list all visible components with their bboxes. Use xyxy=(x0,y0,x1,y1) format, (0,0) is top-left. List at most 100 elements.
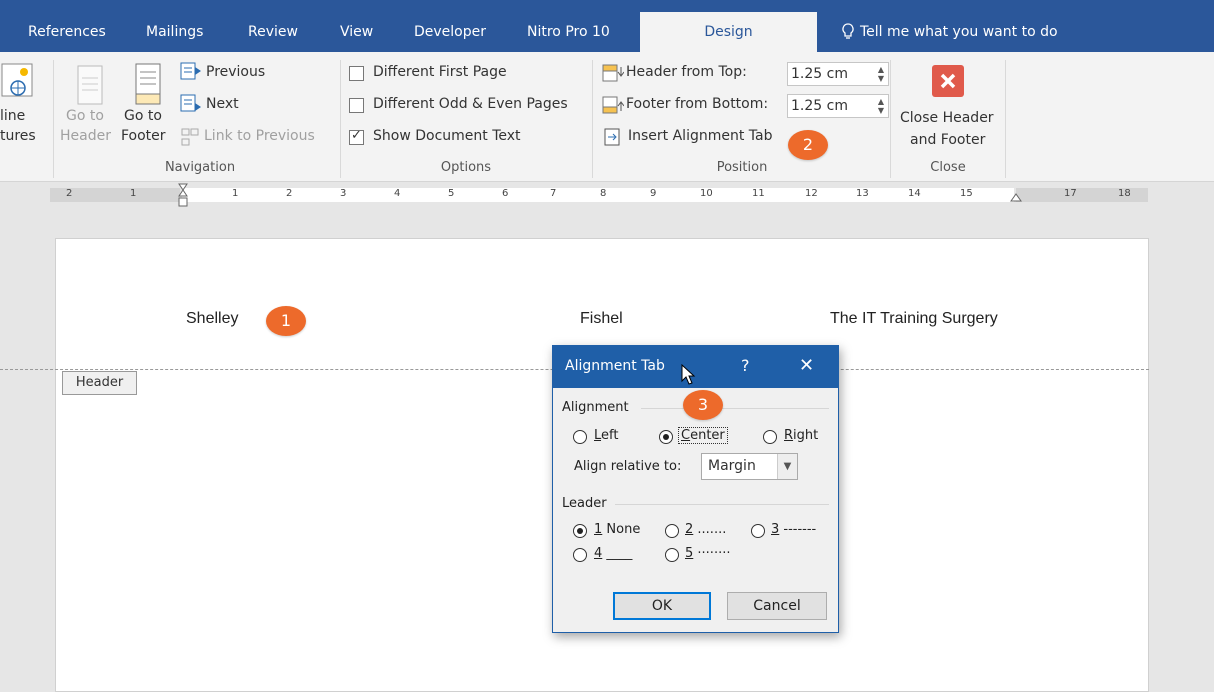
horizontal-ruler[interactable]: 2 1 1 2 3 4 5 6 7 8 9 10 11 12 13 14 15 … xyxy=(0,183,1214,208)
lightbulb-icon xyxy=(842,23,854,39)
tab-references[interactable]: References xyxy=(28,14,106,52)
align-center-label[interactable]: Center xyxy=(678,427,728,444)
tab-developer[interactable]: Developer xyxy=(414,14,486,52)
ruler-number: 9 xyxy=(650,188,657,199)
alignment-section-label: Alignment xyxy=(562,400,629,415)
cancel-button[interactable]: Cancel xyxy=(727,592,827,620)
align-right-label[interactable]: Right xyxy=(784,428,818,443)
callout-badge-2: 2 xyxy=(788,130,828,160)
leader-1-label[interactable]: 1 None xyxy=(594,522,640,537)
different-first-page-label[interactable]: Different First Page xyxy=(373,64,507,80)
leader-3-label[interactable]: 3 ------- xyxy=(771,522,816,537)
spinner-arrows-icon[interactable]: ▲ ▼ xyxy=(878,97,884,115)
ruler-number: 11 xyxy=(752,188,765,199)
spinner-arrows-icon[interactable]: ▲ ▼ xyxy=(878,65,884,83)
ruler-number: 2 xyxy=(66,188,73,199)
ruler-number: 18 xyxy=(1118,188,1131,199)
tab-design[interactable]: Design xyxy=(640,12,817,52)
header-from-top-value[interactable]: 1.25 cm xyxy=(791,66,848,82)
ruler-number: 1 xyxy=(232,188,239,199)
ruler-number: 17 xyxy=(1064,188,1077,199)
leader-5-radio[interactable] xyxy=(665,548,679,562)
callout-badge-1: 1 xyxy=(266,306,306,336)
tab-review[interactable]: Review xyxy=(248,14,298,52)
ribbon-separator xyxy=(890,60,891,178)
callout-badge-3: 3 xyxy=(683,390,723,420)
ribbon-separator xyxy=(53,60,54,178)
ruler-number: 5 xyxy=(448,188,455,199)
close-header-footer-icon[interactable] xyxy=(932,65,964,97)
leader-2-radio[interactable] xyxy=(665,524,679,538)
close-header-footer-label-2[interactable]: and Footer xyxy=(910,132,985,148)
checkmark-icon: ✓ xyxy=(351,128,362,143)
ribbon-separator xyxy=(1005,60,1006,178)
tab-mailings[interactable]: Mailings xyxy=(146,14,203,52)
close-header-footer-label-1[interactable]: Close Header xyxy=(900,110,994,126)
ok-button[interactable]: OK xyxy=(613,592,711,620)
header-tag: Header xyxy=(62,371,137,395)
insert-alignment-tab-icon xyxy=(604,128,620,146)
align-relative-select[interactable]: Margin ▼ xyxy=(701,453,798,480)
indent-marker-icon[interactable] xyxy=(178,183,188,209)
online-pictures-label-1[interactable]: line xyxy=(0,108,25,124)
header-right-text[interactable]: The IT Training Surgery xyxy=(830,310,998,328)
align-left-label[interactable]: Left xyxy=(594,428,618,443)
ruler-number: 3 xyxy=(340,188,347,199)
go-to-footer-label-2[interactable]: Footer xyxy=(121,128,166,144)
tell-me-text: Tell me what you want to do xyxy=(860,24,1058,40)
options-group-label: Options xyxy=(440,160,492,175)
chevron-down-icon[interactable]: ▼ xyxy=(777,454,797,479)
tell-me-search[interactable]: Tell me what you want to do xyxy=(842,14,1058,50)
align-relative-label: Align relative to: xyxy=(574,459,682,474)
header-from-top-spinner[interactable]: 1.25 cm ▲ ▼ xyxy=(787,62,889,86)
header-from-top-icon xyxy=(602,64,624,82)
align-center-radio[interactable] xyxy=(659,430,673,444)
align-right-radio[interactable] xyxy=(763,430,777,444)
go-to-footer-label-1[interactable]: Go to xyxy=(124,108,162,124)
go-to-header-label-1: Go to xyxy=(66,108,104,124)
close-group-label: Close xyxy=(930,160,966,175)
dialog-title-bar[interactable]: Alignment Tab ? ✕ xyxy=(553,346,838,388)
leader-4-label[interactable]: 4 ____ xyxy=(594,546,632,561)
ruler-number: 6 xyxy=(502,188,509,199)
footer-from-bottom-value[interactable]: 1.25 cm xyxy=(791,98,848,114)
different-odd-even-checkbox[interactable] xyxy=(349,98,364,113)
leader-3-radio[interactable] xyxy=(751,524,765,538)
right-indent-marker-icon[interactable] xyxy=(1010,192,1022,202)
different-first-page-checkbox[interactable] xyxy=(349,66,364,81)
ribbon-separator xyxy=(340,60,341,178)
previous-button[interactable]: Previous xyxy=(206,64,265,80)
dialog-close-button[interactable]: ✕ xyxy=(799,355,814,376)
tab-view[interactable]: View xyxy=(340,14,373,52)
dialog-title: Alignment Tab xyxy=(565,358,665,374)
go-to-header-label-2: Header xyxy=(60,128,111,144)
online-pictures-label-2[interactable]: tures xyxy=(0,128,36,144)
link-to-previous-button: Link to Previous xyxy=(204,128,315,144)
align-relative-value[interactable]: Margin xyxy=(708,458,756,474)
leader-section-label: Leader xyxy=(562,496,607,511)
online-pictures-icon xyxy=(1,63,33,97)
go-to-header-icon xyxy=(77,65,103,105)
leader-2-label[interactable]: 2 ....... xyxy=(685,522,726,537)
tab-nitro[interactable]: Nitro Pro 10 xyxy=(527,14,610,52)
ruler-number: 2 xyxy=(286,188,293,199)
header-center-text[interactable]: Fishel xyxy=(580,310,623,328)
different-odd-even-label[interactable]: Different Odd & Even Pages xyxy=(373,96,568,112)
header-left-text[interactable]: Shelley xyxy=(186,310,238,328)
ribbon-separator xyxy=(592,60,593,178)
footer-from-bottom-label: Footer from Bottom: xyxy=(626,96,769,112)
next-button[interactable]: Next xyxy=(206,96,239,112)
footer-from-bottom-spinner[interactable]: 1.25 cm ▲ ▼ xyxy=(787,94,889,118)
leader-1-radio[interactable] xyxy=(573,524,587,538)
show-document-text-checkbox[interactable]: ✓ xyxy=(349,128,364,145)
show-document-text-label[interactable]: Show Document Text xyxy=(373,128,521,144)
insert-alignment-tab-button[interactable]: Insert Alignment Tab xyxy=(628,128,772,144)
leader-5-label[interactable]: 5 ········ xyxy=(685,546,730,561)
ribbon-tab-bar: References Mailings Review View Develope… xyxy=(0,0,1214,52)
ruler-number: 8 xyxy=(600,188,607,199)
align-left-radio[interactable] xyxy=(573,430,587,444)
ruler-number: 10 xyxy=(700,188,713,199)
help-button[interactable]: ? xyxy=(741,356,750,375)
leader-4-radio[interactable] xyxy=(573,548,587,562)
ruler-number: 14 xyxy=(908,188,921,199)
